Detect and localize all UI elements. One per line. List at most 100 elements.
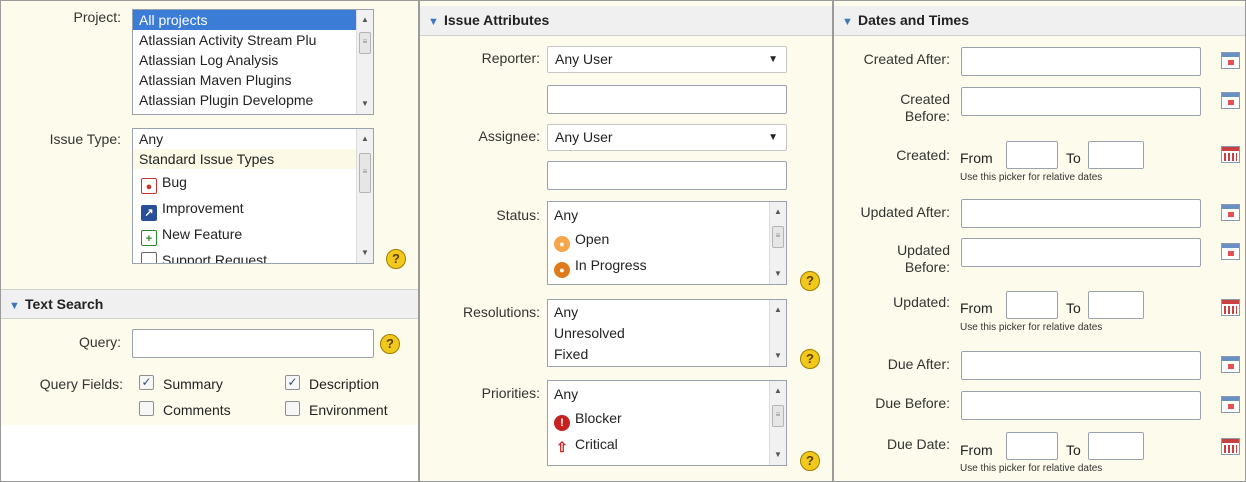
scroll-thumb[interactable]: ≡ (772, 405, 784, 427)
help-icon[interactable]: ? (800, 451, 820, 471)
updated-after-input[interactable] (961, 199, 1201, 228)
relative-date-picker-icon[interactable] (1221, 299, 1240, 316)
scroll-up-icon[interactable]: ▲ (357, 12, 373, 28)
created-after-input[interactable] (961, 47, 1201, 76)
status-option[interactable]: ● Open (548, 226, 786, 252)
help-icon[interactable]: ? (800, 349, 820, 369)
query-input[interactable] (132, 329, 374, 358)
calendar-icon[interactable] (1221, 52, 1240, 69)
scroll-thumb[interactable]: ≡ (359, 32, 371, 54)
calendar-icon[interactable] (1221, 356, 1240, 373)
comments-checkbox[interactable] (139, 401, 154, 416)
project-option[interactable]: Atlassian Maven Plugins (133, 70, 373, 90)
help-icon[interactable]: ? (800, 271, 820, 291)
relative-date-hint: Use this picker for relative dates (960, 463, 1103, 474)
priority-option[interactable]: ! Blocker (548, 405, 786, 431)
assignee-select[interactable]: Any User ▼ (547, 124, 787, 151)
environment-checkbox-label: Environment (309, 402, 388, 418)
scroll-down-icon[interactable]: ▼ (770, 266, 786, 282)
comments-checkbox-label: Comments (163, 402, 231, 418)
dates-and-times-panel: ▼ Dates and Times Created After: Created B… (833, 0, 1246, 482)
project-option[interactable]: Atlassian Log Analysis (133, 50, 373, 70)
scroll-down-icon[interactable]: ▼ (357, 96, 373, 112)
environment-checkbox[interactable] (285, 401, 300, 416)
calendar-icon[interactable] (1221, 243, 1240, 260)
assignee-user-input[interactable] (547, 161, 787, 190)
scroll-up-icon[interactable]: ▲ (770, 204, 786, 220)
summary-checkbox[interactable]: ✓ (139, 375, 154, 390)
issue-attributes-header[interactable]: ▼ Issue Attributes (420, 6, 832, 36)
resolution-option[interactable]: Fixed (548, 344, 786, 366)
chevron-down-icon: ▼ (9, 300, 20, 312)
scroll-down-icon[interactable]: ▼ (770, 348, 786, 364)
status-option[interactable]: Any (548, 202, 786, 226)
created-range-label: Created: (896, 147, 950, 163)
project-listbox[interactable]: All projects Atlassian Activity Stream P… (132, 9, 374, 115)
issue-type-listbox[interactable]: Any Standard Issue Types ● Bug ↗ Improveme… (132, 128, 374, 264)
due-before-input[interactable] (961, 391, 1201, 420)
resolutions-label: Resolutions: (462, 304, 540, 320)
project-label: Project: (73, 9, 121, 25)
assignee-select-value: Any User (555, 129, 613, 145)
due-date-from-input[interactable] (1006, 432, 1058, 460)
relative-date-picker-icon[interactable] (1221, 146, 1240, 163)
calendar-icon[interactable] (1221, 396, 1240, 413)
priority-option-label: Critical (575, 436, 618, 452)
project-scrollbar[interactable]: ▲ ≡ ▼ (356, 10, 373, 114)
priorities-listbox[interactable]: Any ! Blocker ⇧ Critical ▲ ≡ ▼ (547, 380, 787, 466)
text-search-header[interactable]: ▼ Text Search (1, 289, 418, 319)
help-icon[interactable]: ? (380, 334, 400, 354)
scroll-thumb[interactable]: ≡ (359, 153, 371, 193)
status-option[interactable]: ● In Progress (548, 252, 786, 278)
created-before-input[interactable] (961, 87, 1201, 116)
scroll-down-icon[interactable]: ▼ (770, 447, 786, 463)
in-progress-status-icon: ● (554, 262, 570, 278)
resolutions-listbox[interactable]: Any Unresolved Fixed ▲ ▼ (547, 299, 787, 367)
chevron-down-icon: ▼ (768, 132, 778, 143)
project-option[interactable]: Atlassian Activity Stream Plu (133, 30, 373, 50)
project-option[interactable]: Atlassian Plugin Developme (133, 90, 373, 110)
issue-type-option-label: Bug (162, 174, 187, 190)
status-listbox[interactable]: Any ● Open ● In Progress ▲ ≡ ▼ (547, 201, 787, 285)
project-option[interactable]: All projects (133, 10, 373, 30)
scroll-thumb[interactable]: ≡ (772, 226, 784, 248)
resolutions-scrollbar[interactable]: ▲ ▼ (769, 300, 786, 366)
issue-type-option[interactable]: ● Bug (133, 169, 373, 195)
issue-type-option[interactable]: + New Feature (133, 221, 373, 247)
updated-before-input[interactable] (961, 238, 1201, 267)
issue-type-option[interactable]: ↗ Improvement (133, 195, 373, 221)
reporter-user-input[interactable] (547, 85, 787, 114)
priority-option[interactable]: ⇧ Critical (548, 431, 786, 457)
dates-and-times-header[interactable]: ▼ Dates and Times (834, 6, 1245, 36)
blocker-priority-icon: ! (554, 415, 570, 431)
issue-type-option[interactable]: Support Request (133, 247, 373, 263)
scroll-down-icon[interactable]: ▼ (357, 245, 373, 261)
updated-range-label: Updated: (893, 294, 950, 310)
resolution-option[interactable]: Unresolved (548, 322, 786, 344)
calendar-icon[interactable] (1221, 92, 1240, 109)
due-date-to-input[interactable] (1088, 432, 1144, 460)
issue-type-option-label: New Feature (162, 226, 243, 242)
due-after-input[interactable] (961, 351, 1201, 380)
created-from-input[interactable] (1006, 141, 1058, 169)
updated-to-label: To (1066, 300, 1081, 316)
created-to-input[interactable] (1088, 141, 1144, 169)
resolution-option[interactable]: Any (548, 300, 786, 322)
description-checkbox[interactable]: ✓ (285, 375, 300, 390)
updated-from-input[interactable] (1006, 291, 1058, 319)
priority-option[interactable]: Any (548, 381, 786, 405)
calendar-icon[interactable] (1221, 204, 1240, 221)
priorities-scrollbar[interactable]: ▲ ≡ ▼ (769, 381, 786, 465)
scroll-up-icon[interactable]: ▲ (770, 302, 786, 318)
issue-type-scrollbar[interactable]: ▲ ≡ ▼ (356, 129, 373, 263)
reporter-select[interactable]: Any User ▼ (547, 46, 787, 73)
help-icon[interactable]: ? (386, 249, 406, 269)
issue-type-option[interactable]: Any (133, 129, 373, 149)
updated-to-input[interactable] (1088, 291, 1144, 319)
issue-attributes-panel: ▼ Issue Attributes Reporter: Any User ▼ As… (419, 0, 833, 482)
scroll-up-icon[interactable]: ▲ (770, 383, 786, 399)
status-scrollbar[interactable]: ▲ ≡ ▼ (769, 202, 786, 284)
scroll-up-icon[interactable]: ▲ (357, 131, 373, 147)
relative-date-picker-icon[interactable] (1221, 438, 1240, 455)
updated-before-label-line: Updated (897, 242, 950, 258)
